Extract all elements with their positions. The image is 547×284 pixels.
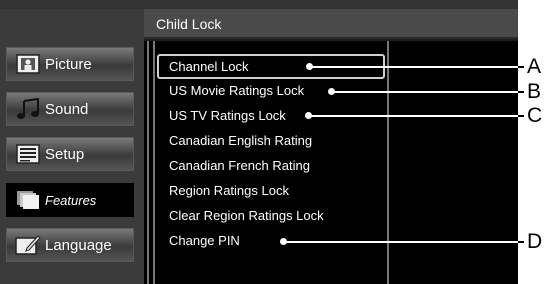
tab-label: Language [45,236,112,254]
language-icon [13,234,43,256]
callout-line-c-outer [518,115,524,117]
tab-label: Picture [45,55,92,73]
tab-picture[interactable]: Picture [6,47,134,81]
callout-line-b [332,91,518,93]
tab-label: Setup [45,145,85,163]
page-title: Child Lock [144,9,518,39]
callout-line-d [284,241,518,243]
callout-line-d-outer [518,241,524,243]
callout-line-b-outer [518,91,524,93]
callout-line-a [310,66,518,68]
callout-line-c [309,115,518,117]
setup-list-icon [13,143,43,165]
menu-item-canadian-french-rating[interactable]: Canadian French Rating [168,154,386,178]
callout-line-a-outer [518,66,524,68]
callout-letter-a: A [527,55,542,78]
callout-letter-c: C [527,104,543,127]
divider [147,41,149,284]
tab-label: Features [45,192,97,208]
tab-label: Sound [45,100,89,118]
features-icon [13,189,43,211]
music-note-icon [13,98,43,120]
callout-letter-b: B [527,80,542,103]
divider [387,41,389,284]
picture-icon [13,53,43,75]
tab-sound[interactable]: Sound [6,92,134,126]
divider [153,41,155,284]
menu-item-region-ratings-lock[interactable]: Region Ratings Lock [168,179,386,203]
tab-setup[interactable]: Setup [6,137,134,171]
sidebar: Picture Sound Setup Features Language [0,9,144,284]
top-strip [0,0,518,9]
callout-letter-d: D [527,230,543,253]
menu-item-canadian-english-rating[interactable]: Canadian English Rating [168,129,386,153]
menu-item-clear-region-ratings-lock[interactable]: Clear Region Ratings Lock [168,204,386,228]
tab-language[interactable]: Language [6,228,134,262]
tab-features[interactable]: Features [6,183,134,217]
